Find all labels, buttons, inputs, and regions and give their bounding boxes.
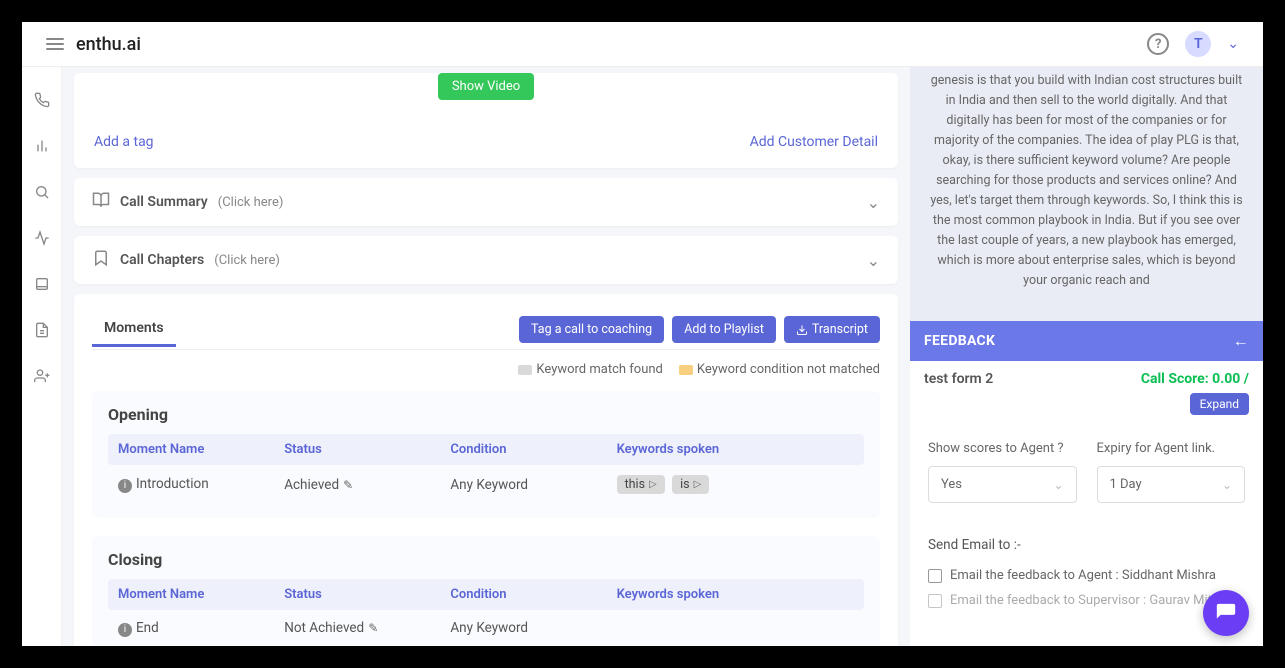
moment-status: Not Achieved [284,620,364,636]
moment-name: Introduction [136,476,209,492]
email-supervisor-row[interactable]: Email the feedback to Supervisor : Gaura… [928,588,1245,613]
bars-icon[interactable] [33,137,51,155]
call-summary-hint: (Click here) [218,195,284,210]
edit-icon[interactable]: ✎ [368,621,378,635]
feedback-form-name: test form 2 [924,371,993,387]
add-tag-link[interactable]: Add a tag [94,134,154,150]
expand-button[interactable]: Expand [1190,393,1249,415]
feedback-title: FEEDBACK [924,333,995,349]
sidenav [22,67,62,646]
col-condition: Condition [450,587,616,602]
chevron-down-icon: ⌄ [867,193,880,212]
col-status: Status [284,587,450,602]
call-summary-title: Call Summary [120,194,208,210]
keyword-pill[interactable]: is ▷ [672,475,709,494]
legend-nomatch-icon [679,365,693,375]
keyword-text: is [680,477,690,492]
moment-name: End [136,620,159,636]
avatar[interactable]: T [1185,31,1211,57]
show-scores-label: Show scores to Agent ? [928,441,1077,456]
help-icon[interactable]: ? [1147,33,1169,55]
col-moment-name: Moment Name [118,442,284,457]
add-playlist-button[interactable]: Add to Playlist [672,316,776,343]
main-content: Show Video Add a tag Add Customer Detail… [62,67,910,646]
moment-status: Achieved [284,477,339,493]
transcript-label: Transcript [812,322,868,337]
moment-condition: Any Keyword [450,477,616,493]
brand-logo: enthu.ai [76,34,141,55]
moments-card: Moments Tag a call to coaching Add to Pl… [74,294,898,646]
transcript-text: genesis is that you build with Indian co… [910,67,1263,321]
opening-section: Opening Moment Name Status Condition Key… [92,391,880,518]
topbar: enthu.ai ? T ⌄ [22,22,1263,67]
info-icon[interactable]: i [118,623,132,637]
transcript-button[interactable]: Transcript [784,316,880,343]
menu-toggle[interactable] [46,38,64,50]
edit-icon[interactable]: ✎ [343,478,353,492]
legend: Keyword match found Keyword condition no… [92,362,880,377]
book-open-icon [92,191,110,213]
call-chapters-row[interactable]: Call Chapters (Click here) ⌄ [74,236,898,284]
call-score: Call Score: 0.00 / [1141,371,1249,387]
table-header: Moment Name Status Condition Keywords sp… [108,579,864,610]
col-status: Status [284,442,450,457]
chat-widget-button[interactable] [1203,590,1249,636]
call-chapters-hint: (Click here) [214,253,280,268]
expiry-value: 1 Day [1110,477,1142,492]
play-icon: ▷ [649,479,657,490]
users-icon[interactable] [33,367,51,385]
bookmark-icon [92,249,110,271]
table-row: i End Not Achieved ✎ Any Keyword [108,610,864,646]
play-icon: ▷ [694,479,702,490]
keyword-pill[interactable]: this ▷ [617,475,665,494]
expiry-label: Expiry for Agent link. [1097,441,1246,456]
add-customer-detail-link[interactable]: Add Customer Detail [750,134,878,150]
email-agent-label: Email the feedback to Agent : Siddhant M… [950,568,1216,583]
document-icon[interactable] [33,321,51,339]
closing-title: Closing [108,550,864,569]
show-scores-value: Yes [941,477,962,492]
show-video-button[interactable]: Show Video [438,73,534,100]
activity-icon[interactable] [33,229,51,247]
phone-icon[interactable] [33,91,51,109]
download-icon [796,324,808,336]
closing-section: Closing Moment Name Status Condition Key… [92,536,880,646]
chevron-down-icon[interactable]: ⌄ [1227,36,1239,52]
checkbox[interactable] [928,569,942,583]
table-header: Moment Name Status Condition Keywords sp… [108,434,864,465]
show-scores-select[interactable]: Yes ⌄ [928,466,1077,503]
moment-condition: Any Keyword [450,620,616,636]
call-chapters-title: Call Chapters [120,252,204,268]
feedback-settings: Show scores to Agent ? Yes ⌄ Expiry for … [910,423,1263,521]
send-email-label: Send Email to :- [928,537,1245,553]
video-card: Show Video Add a tag Add Customer Detail [74,73,898,168]
email-agent-row[interactable]: Email the feedback to Agent : Siddhant M… [928,563,1245,588]
col-moment-name: Moment Name [118,587,284,602]
opening-title: Opening [108,405,864,424]
info-icon[interactable]: i [118,479,132,493]
legend-match-icon [518,365,532,375]
legend-nomatch-text: Keyword condition not matched [697,362,880,377]
col-condition: Condition [450,442,616,457]
book-icon[interactable] [33,275,51,293]
table-row: i Introduction Achieved ✎ Any Keyword this… [108,465,864,504]
checkbox[interactable] [928,594,942,608]
col-keywords: Keywords spoken [617,587,854,602]
legend-match-text: Keyword match found [536,362,663,377]
chevron-down-icon: ⌄ [1222,478,1232,492]
tag-coaching-button[interactable]: Tag a call to coaching [519,316,664,343]
tab-moments[interactable]: Moments [92,312,176,347]
right-panel: genesis is that you build with Indian co… [910,67,1263,646]
search-icon[interactable] [33,183,51,201]
expiry-select[interactable]: 1 Day ⌄ [1097,466,1246,503]
chevron-down-icon: ⌄ [867,251,880,270]
col-keywords: Keywords spoken [617,442,854,457]
email-supervisor-label: Email the feedback to Supervisor : Gaura… [950,593,1226,608]
back-arrow-icon[interactable]: ← [1233,331,1249,351]
keyword-text: this [625,477,645,492]
feedback-header: FEEDBACK ← [910,321,1263,361]
chevron-down-icon: ⌄ [1053,478,1063,492]
call-summary-row[interactable]: Call Summary (Click here) ⌄ [74,178,898,226]
